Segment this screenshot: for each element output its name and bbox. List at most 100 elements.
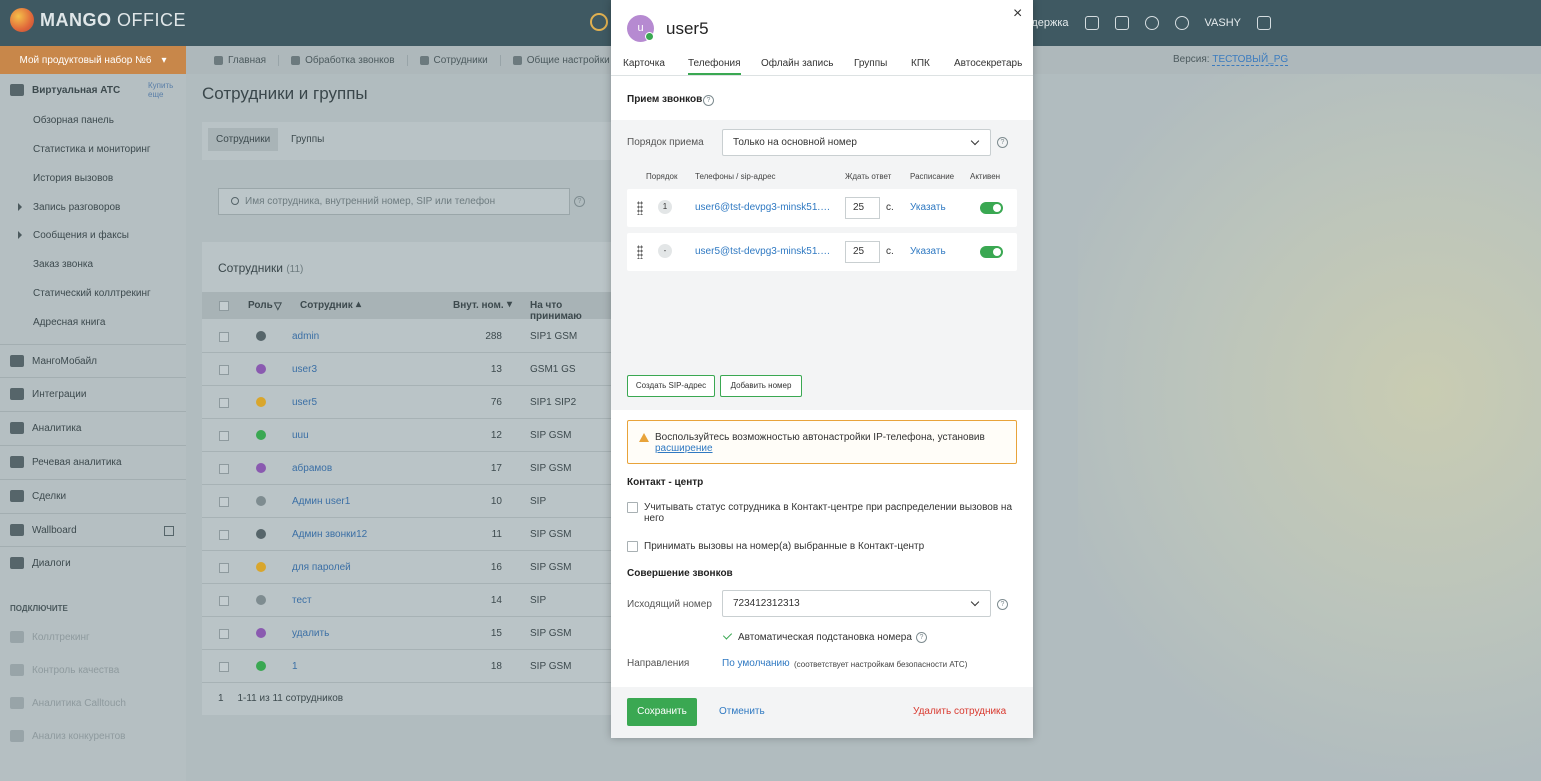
sidebar-item-messages[interactable]: Сообщения и факсы [33, 230, 129, 241]
expand-arrow-icon[interactable] [18, 203, 22, 211]
sidebar-item-callback[interactable]: Заказ звонка [33, 259, 93, 270]
row-checkbox[interactable] [219, 530, 229, 540]
cc-status-checkbox[interactable] [627, 502, 638, 513]
employee-name[interactable]: Админ user1 [292, 496, 350, 507]
table-row[interactable]: 1 18 SIP GSM [202, 650, 612, 683]
select-all-checkbox[interactable] [219, 301, 229, 311]
auto-substitution-checkbox[interactable] [722, 631, 733, 642]
sidebar-item-quality[interactable]: Контроль качества [10, 664, 119, 676]
nav-general-settings[interactable]: Общие настройки [501, 55, 622, 66]
table-row[interactable]: удалить 15 SIP GSM [202, 617, 612, 650]
schedule-link[interactable]: Указать [910, 246, 946, 257]
search-input[interactable]: Имя сотрудника, внутренний номер, SIP ил… [218, 188, 570, 215]
employee-name[interactable]: 1 [292, 661, 298, 672]
logo[interactable]: MANGO OFFICE [10, 8, 186, 32]
logout-icon[interactable] [1257, 16, 1271, 30]
employee-name[interactable]: user5 [292, 397, 317, 408]
table-row[interactable]: uuu 12 SIP GSM [202, 419, 612, 452]
row-checkbox[interactable] [219, 596, 229, 606]
row-checkbox[interactable] [219, 464, 229, 474]
sip-address[interactable]: user6@tst-devpg3-minsk51.ma... [695, 202, 835, 213]
col-employee[interactable]: Сотрудник [300, 300, 353, 311]
employee-name[interactable]: абрамов [292, 463, 332, 474]
directions-default-link[interactable]: По умолчанию [722, 658, 790, 669]
row-checkbox[interactable] [219, 431, 229, 441]
drag-handle-icon[interactable] [637, 201, 643, 215]
extension-link[interactable]: расширение [655, 443, 713, 454]
tab-kpk[interactable]: КПК [911, 58, 930, 69]
row-checkbox[interactable] [219, 629, 229, 639]
user-avatar-icon[interactable] [1174, 16, 1189, 30]
table-row[interactable]: абрамов 17 SIP GSM [202, 452, 612, 485]
close-icon[interactable]: × [1013, 5, 1022, 23]
create-sip-button[interactable]: Создать SIP-адрес [627, 375, 715, 397]
table-row[interactable]: для паролей 16 SIP GSM [202, 551, 612, 584]
employee-name[interactable]: admin [292, 331, 319, 342]
active-toggle[interactable] [980, 246, 1003, 258]
user-name[interactable]: VASHY [1205, 17, 1241, 29]
employee-name[interactable]: удалить [292, 628, 329, 639]
help-icon[interactable]: ? [916, 632, 927, 643]
row-checkbox[interactable] [219, 497, 229, 507]
sidebar-item-wallboard[interactable]: Wallboard [0, 513, 186, 546]
sort-down-icon[interactable]: ▾ [507, 299, 512, 310]
table-row[interactable]: Админ user1 10 SIP [202, 485, 612, 518]
tab-groups[interactable]: Группы [291, 134, 324, 145]
help-icon[interactable]: ? [997, 137, 1008, 148]
nav-employees[interactable]: Сотрудники [408, 54, 501, 66]
help-icon[interactable]: ? [574, 196, 585, 207]
schedule-link[interactable]: Указать [910, 202, 946, 213]
pager-page[interactable]: 1 [218, 693, 224, 704]
row-checkbox[interactable] [219, 662, 229, 672]
help-icon[interactable]: ? [703, 95, 714, 106]
sidebar-item-integrations[interactable]: Интеграции [0, 377, 186, 410]
sidebar-item-call-history[interactable]: История вызовов [33, 173, 113, 184]
table-row[interactable]: user5 76 SIP1 SIP2 [202, 386, 612, 419]
book-icon[interactable] [1114, 16, 1129, 30]
sidebar-item-speech-analytics[interactable]: Речевая аналитика [0, 445, 186, 478]
tab-telephony[interactable]: Телефония [688, 58, 741, 75]
sidebar-item-analytics[interactable]: Аналитика [0, 411, 186, 444]
col-role[interactable]: Роль [248, 300, 273, 311]
sidebar-item-competitors[interactable]: Анализ конкурентов [10, 730, 125, 742]
drag-handle-icon[interactable] [637, 245, 643, 259]
filter-icon[interactable]: ▽ [274, 301, 282, 312]
employee-name[interactable]: для паролей [292, 562, 351, 573]
nav-home[interactable]: Главная [202, 54, 280, 66]
help-icon[interactable]: ? [997, 599, 1008, 610]
row-checkbox[interactable] [219, 563, 229, 573]
save-button[interactable]: Сохранить [627, 698, 697, 726]
sidebar-item-deals[interactable]: Сделки [0, 479, 186, 512]
version-link[interactable]: ТЕСТОВЫЙ_PG [1212, 54, 1289, 66]
sidebar-item-stats[interactable]: Статистика и мониторинг [33, 144, 151, 155]
employee-name[interactable]: user3 [292, 364, 317, 375]
buy-more-link[interactable]: Купить еще [148, 81, 173, 99]
active-toggle[interactable] [980, 202, 1003, 214]
sidebar-item-recordings[interactable]: Запись разговоров [33, 202, 120, 213]
sidebar-item-mangomobile[interactable]: МангоМобайл [0, 344, 186, 377]
tab-employees[interactable]: Сотрудники [208, 128, 279, 151]
cancel-button[interactable]: Отменить [719, 706, 765, 717]
contacts-icon[interactable] [1084, 16, 1099, 30]
sidebar-item-calltracking[interactable]: Статический коллтрекинг [33, 288, 151, 299]
sidebar-item-addressbook[interactable]: Адресная книга [33, 317, 105, 328]
table-row[interactable]: admin 288 SIP1 GSM [202, 320, 612, 353]
employee-name[interactable]: тест [292, 595, 312, 606]
wait-input[interactable]: 25 [845, 241, 880, 263]
sidebar-item-calltracking-promo[interactable]: Коллтрекинг [10, 631, 90, 643]
wait-input[interactable]: 25 [845, 197, 880, 219]
tab-offline-record[interactable]: Офлайн запись [761, 58, 833, 69]
sidebar-item-calltouch[interactable]: Аналитика Calltouch [10, 697, 126, 709]
sidebar-item-dialogs[interactable]: Диалоги [0, 546, 186, 579]
sip-address[interactable]: user5@tst-devpg3-minsk51.ma... [695, 246, 835, 257]
sort-up-icon[interactable]: ▴ [356, 299, 361, 310]
bell-icon[interactable] [1144, 16, 1159, 30]
delete-employee-button[interactable]: Удалить сотрудника [913, 706, 1006, 717]
tab-autosecretary[interactable]: Автосекретарь [954, 58, 1022, 69]
tab-card[interactable]: Карточка [623, 58, 665, 69]
sidebar-item-overview[interactable]: Обзорная панель [33, 115, 114, 126]
table-row[interactable]: Админ звонки12 11 SIP GSM [202, 518, 612, 551]
nav-call-processing[interactable]: Обработка звонков [279, 54, 408, 66]
table-row[interactable]: user3 13 GSM1 GS [202, 353, 612, 386]
table-row[interactable]: тест 14 SIP [202, 584, 612, 617]
